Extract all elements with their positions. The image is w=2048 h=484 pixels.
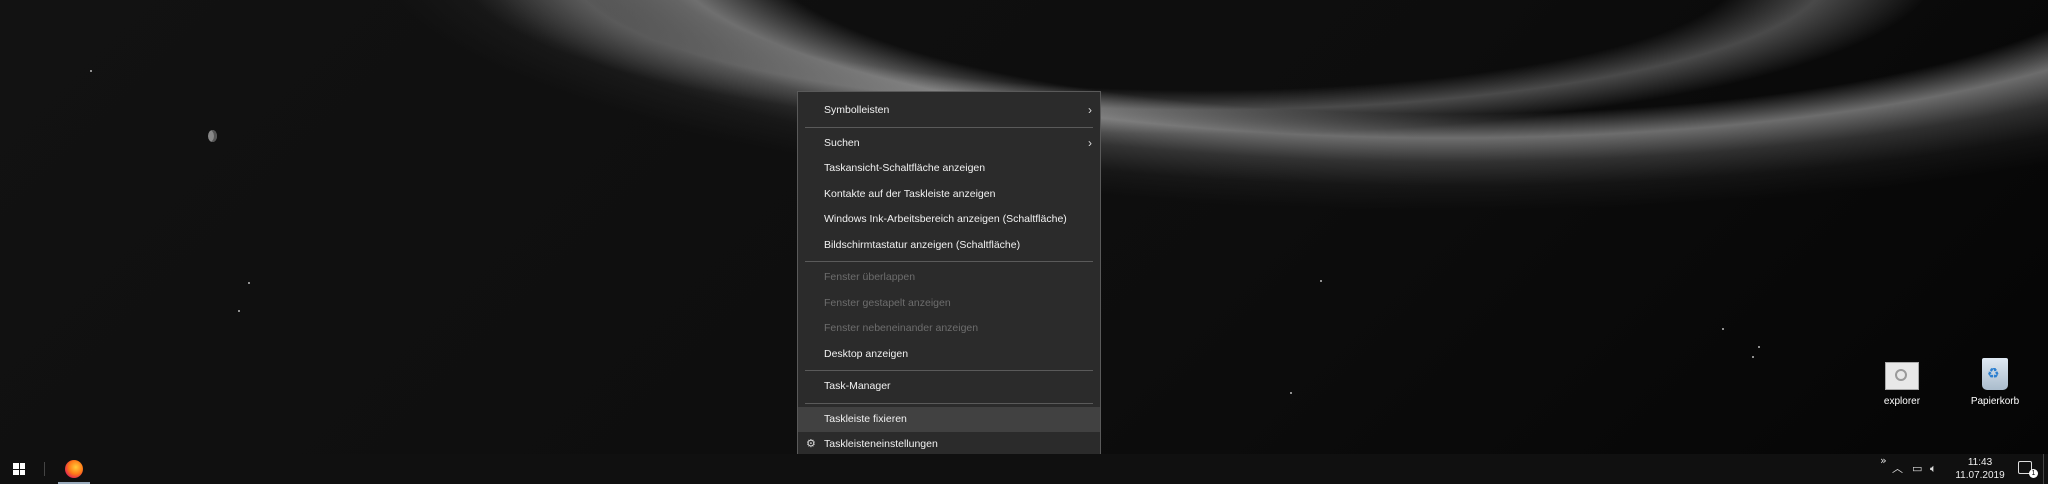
desktop-icon-explorer[interactable]: explorer [1867,362,1937,407]
menu-item-label: Desktop anzeigen [824,347,909,360]
menu-item-label: Kontakte auf der Taskleiste anzeigen [824,187,996,200]
menu-item-windows-ink[interactable]: Windows Ink-Arbeitsbereich anzeigen (Sch… [798,207,1100,233]
menu-separator [805,261,1093,262]
firefox-icon [65,460,83,478]
menu-item-fenster-ueberlappen: Fenster überlappen [798,265,1100,291]
menu-item-label: Symbolleisten [824,104,890,116]
menu-item-label: Windows Ink-Arbeitsbereich anzeigen (Sch… [824,213,1067,225]
network-icon[interactable]: ▭ [1912,454,1922,484]
menu-item-label: Fenster nebeneinander anzeigen [824,322,979,334]
menu-item-fenster-nebeneinander: Fenster nebeneinander anzeigen [798,316,1100,342]
desktop-icon-recycle-bin[interactable]: Papierkorb [1960,358,2030,407]
taskbar-divider [44,462,45,476]
explorer-icon [1885,362,1919,390]
menu-item-label: Taskleiste fixieren [824,412,907,425]
menu-item-label: Fenster gestapelt anzeigen [824,296,951,309]
menu-item-symbolleisten[interactable]: Symbolleisten › [798,98,1100,124]
desktop-icon-label: Papierkorb [1970,396,2020,407]
notification-count-badge: 1 [2029,469,2038,478]
menu-item-label: Taskansicht-Schaltfläche anzeigen [824,162,986,174]
star [1752,356,1754,358]
menu-item-label: Task-Manager [824,380,891,392]
star [1722,328,1724,330]
star [90,70,92,72]
star [1290,392,1292,394]
menu-separator [805,370,1093,371]
menu-item-label: Taskleisteneinstellungen [824,438,938,450]
menu-item-taskansicht[interactable]: Taskansicht-Schaltfläche anzeigen [798,156,1100,182]
menu-separator [805,402,1093,404]
clock-time: 11:43 [1967,457,1993,468]
menu-item-kontakte[interactable]: Kontakte auf der Taskleiste anzeigen [798,182,1100,208]
chevron-right-icon: › [1088,103,1092,117]
chevron-right-icon: › [1088,135,1092,150]
menu-item-label: Bildschirmtastatur anzeigen (Schaltfläch… [824,238,1021,251]
start-button[interactable] [0,454,38,484]
menu-item-label: Fenster überlappen [824,271,916,283]
menu-item-fenster-gestapelt: Fenster gestapelt anzeigen [798,291,1100,317]
menu-item-suchen[interactable]: Suchen › [798,131,1100,157]
menu-item-task-manager[interactable]: Task-Manager [798,374,1100,400]
menu-item-taskleiste-fixieren[interactable]: Taskleiste fixieren [798,406,1100,432]
toolbar-overflow-icon[interactable]: » [1880,446,1887,476]
menu-item-bildschirmtastatur[interactable]: Bildschirmtastatur anzeigen (Schaltfläch… [798,233,1100,259]
volume-icon[interactable]: 🔈︎ [1930,454,1937,484]
star [1758,346,1760,348]
show-desktop-button[interactable] [2043,454,2048,484]
clock-date: 11.07.2019 [1955,470,2005,481]
menu-separator [805,126,1093,128]
taskbar-context-menu: Symbolleisten › Suchen › Taskansicht-Sch… [797,91,1101,466]
tray-clock[interactable]: 11:43 11.07.2019 [1950,456,2010,482]
desktop-icon-label: explorer [1883,396,1921,407]
taskbar-app-firefox[interactable] [58,456,90,484]
tray-chevron-up-icon[interactable]: ︿ [1892,454,1903,484]
menu-item-label: Suchen [824,136,860,149]
menu-item-desktop-anzeigen[interactable]: Desktop anzeigen [798,342,1100,368]
star [238,310,240,312]
moon-image [208,130,217,142]
star [248,282,250,284]
taskbar[interactable]: » ︿ ▭ 🔈︎ 11:43 11.07.2019 1 [0,454,2048,484]
star [1320,280,1322,282]
recycle-bin-icon [1982,358,2008,390]
windows-logo-icon [13,463,25,475]
